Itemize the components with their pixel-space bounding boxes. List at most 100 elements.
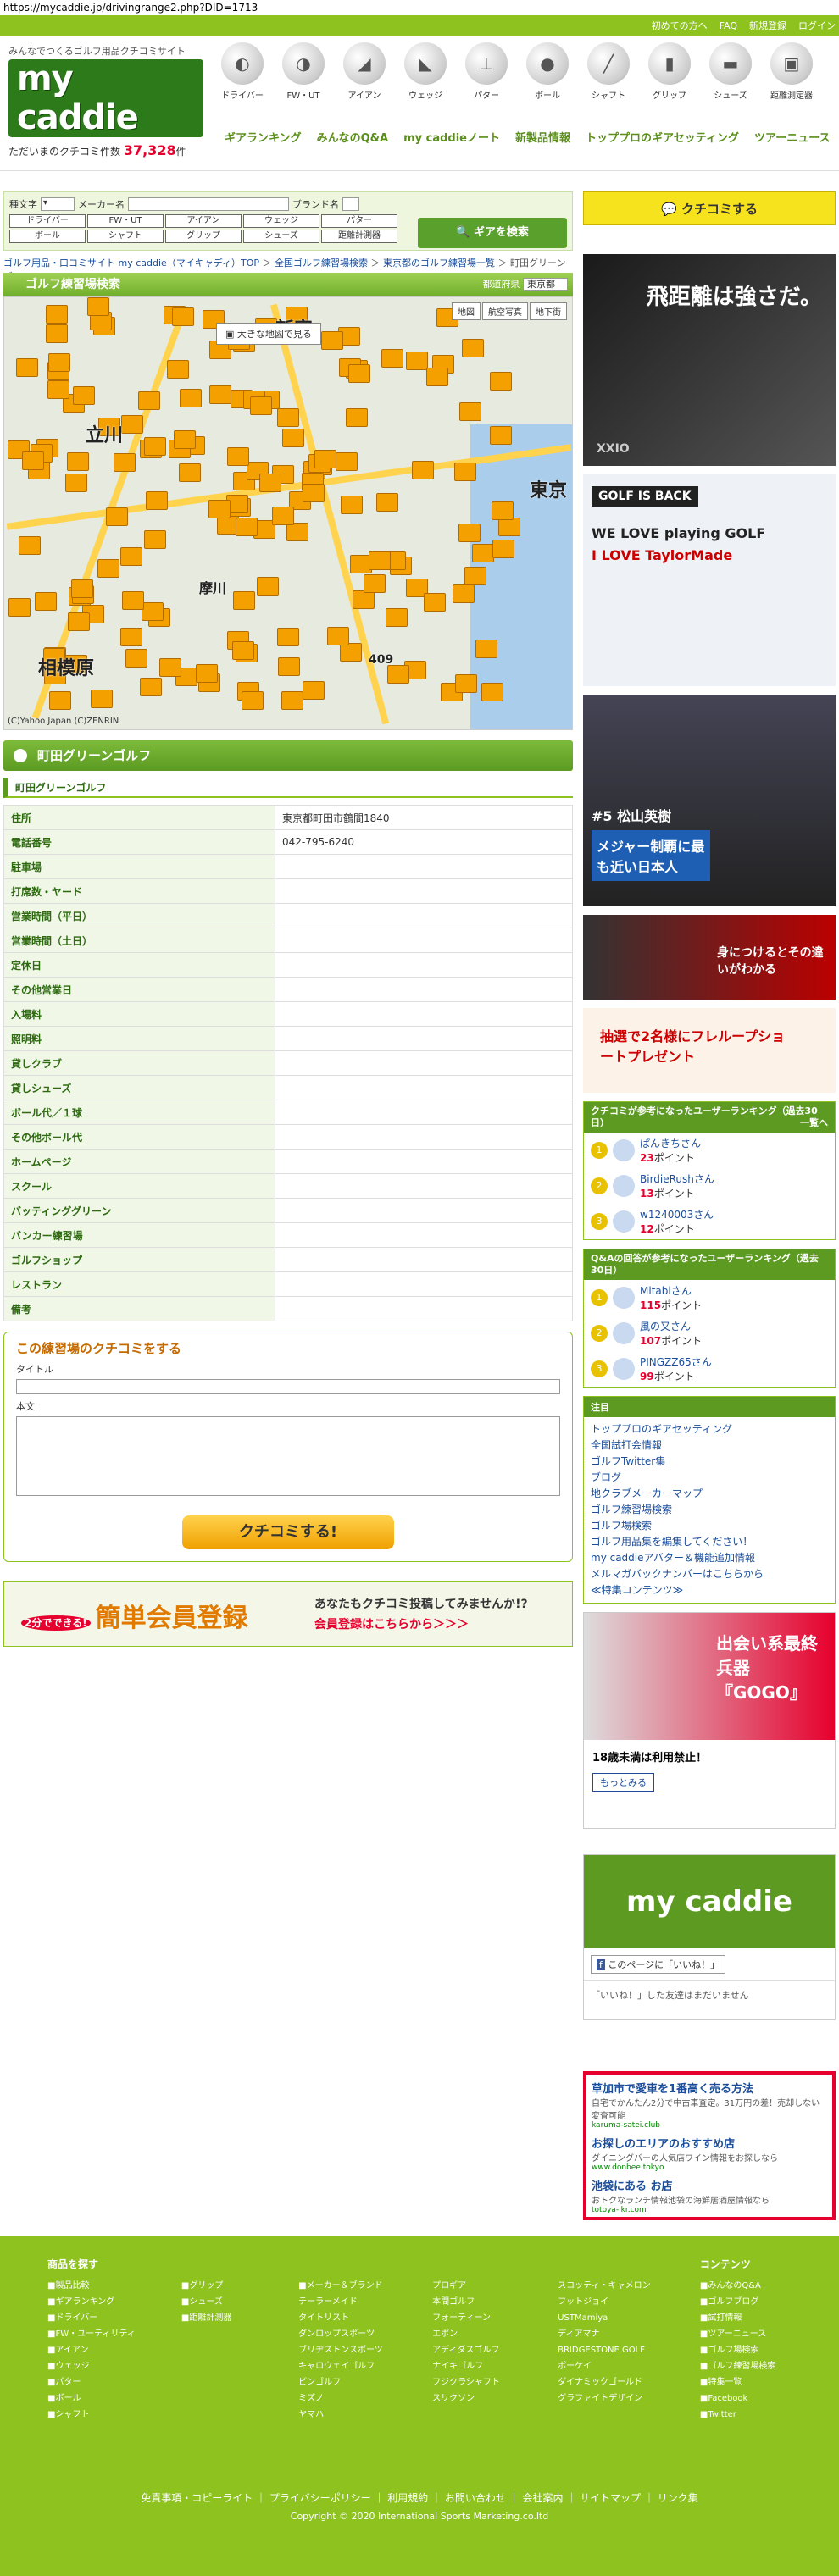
footer-link[interactable]: ■ゴルフ場検索	[700, 2342, 792, 2358]
login-link[interactable]: ログイン	[798, 19, 836, 32]
range-marker[interactable]	[35, 592, 57, 611]
range-marker[interactable]	[321, 331, 343, 350]
range-map[interactable]: 新宿 立川 相模原 摩川 東京 409 ▣ 大きな地図で見る 地図 航空写真 地…	[3, 296, 573, 730]
range-marker[interactable]	[146, 491, 168, 510]
search-fw-button[interactable]: FW・UT	[87, 214, 164, 228]
faq-link[interactable]: FAQ	[720, 20, 737, 31]
footer-link[interactable]: ■シューズ	[181, 2294, 264, 2310]
footer-link[interactable]: ヤマハ	[298, 2407, 398, 2423]
range-marker[interactable]	[464, 567, 486, 585]
range-marker[interactable]	[208, 500, 231, 518]
ad-more-button[interactable]: もっとみる	[592, 1773, 654, 1792]
range-marker[interactable]	[233, 591, 255, 610]
range-marker[interactable]	[303, 484, 325, 502]
range-marker[interactable]	[22, 451, 44, 470]
footer-link[interactable]: ■Facebook	[700, 2390, 792, 2407]
range-marker[interactable]	[381, 349, 403, 368]
footer-link[interactable]: キャロウェイゴルフ	[298, 2358, 398, 2374]
footer-link[interactable]: ■Twitter	[700, 2407, 792, 2423]
footer-link[interactable]: フジクラシャフト	[432, 2374, 524, 2390]
nav-gear-ranking[interactable]: ギアランキング	[225, 129, 302, 145]
range-marker[interactable]	[286, 523, 308, 541]
range-marker[interactable]	[125, 649, 147, 668]
range-marker[interactable]	[19, 536, 41, 555]
ad-present[interactable]: 抽選で2名様にフレループショートプレゼント	[583, 1008, 836, 1093]
footer-link[interactable]: エポン	[432, 2326, 524, 2342]
range-marker[interactable]	[282, 429, 304, 447]
range-marker[interactable]	[490, 372, 512, 391]
range-marker[interactable]	[348, 364, 370, 383]
range-marker[interactable]	[462, 339, 484, 357]
kuchikomi-button[interactable]: 💬 クチコミする	[583, 191, 836, 225]
featured-link[interactable]: 全国試打会情報	[584, 1437, 835, 1453]
featured-link[interactable]: ゴルフ用品集を編集してください！	[584, 1533, 835, 1549]
range-marker[interactable]	[71, 579, 93, 598]
range-marker[interactable]	[174, 430, 196, 449]
range-marker[interactable]	[138, 391, 160, 410]
ranking-item[interactable]: 3 PINGZZ65さん 99ポイント	[584, 1351, 835, 1387]
ad-gogo[interactable]: 出会い系最終兵器『GOGO』 18歳未満は利用禁止！ もっとみる	[583, 1612, 836, 1829]
featured-link[interactable]: my caddieアバター＆機能追加情報	[584, 1549, 835, 1565]
footer-link[interactable]: BRIDGESTONE GOLF	[558, 2342, 666, 2358]
featured-link[interactable]: メルマガバックナンバーはこちらから	[584, 1565, 835, 1582]
range-marker[interactable]	[16, 358, 38, 377]
featured-link[interactable]: ゴルフ場検索	[584, 1517, 835, 1533]
search-shoes-button[interactable]: シューズ	[243, 230, 319, 243]
text-ad[interactable]: 草加市で愛車を1番高く売る方法 自宅でかんたん2分で中古車査定。31万円の差！売却…	[592, 2080, 827, 2130]
initial-select[interactable]: ▾	[41, 197, 75, 211]
breadcrumb-tokyo[interactable]: 東京都のゴルフ練習場一覧	[383, 258, 495, 269]
footer-link[interactable]: ■ギアランキング	[47, 2294, 147, 2310]
footer-link[interactable]: ■ウェッジ	[47, 2358, 147, 2374]
footer-link[interactable]: ■ドライバー	[47, 2310, 147, 2326]
ranking-more-link[interactable]: 一覧へ	[800, 1117, 828, 1129]
review-body-textarea[interactable]	[16, 1416, 560, 1496]
footer-link[interactable]: グラファイトデザイン	[558, 2390, 666, 2407]
range-marker[interactable]	[120, 628, 142, 646]
footer-link[interactable]: ■グリップ	[181, 2278, 264, 2294]
range-marker[interactable]	[454, 463, 476, 481]
range-marker[interactable]	[455, 674, 477, 693]
range-marker[interactable]	[180, 389, 202, 407]
range-marker[interactable]	[353, 590, 375, 609]
range-marker[interactable]	[458, 524, 481, 542]
range-marker[interactable]	[142, 602, 164, 621]
gear-search-button[interactable]: 🔍 ギアを検索	[418, 218, 567, 248]
cat-fw-ut[interactable]: ◑ FW・UT	[277, 42, 330, 101]
register-banner[interactable]: 2分でできる! 簡単会員登録 あなたもクチコミ投稿してみませんか!? 会員登録はこ…	[3, 1581, 573, 1647]
featured-link[interactable]: ゴルフTwitter集	[584, 1453, 835, 1469]
range-marker[interactable]	[49, 691, 71, 710]
range-marker[interactable]	[47, 380, 69, 399]
nav-new-products[interactable]: 新製品情報	[515, 129, 570, 145]
cat-ball[interactable]: ● ボール	[521, 42, 574, 101]
range-marker[interactable]	[48, 353, 70, 372]
range-marker[interactable]	[91, 690, 113, 708]
range-marker[interactable]	[303, 681, 325, 700]
site-logo[interactable]: みんなでつくるゴルフ用品クチコミサイト my caddie ただいまのクチコミ件…	[8, 44, 203, 158]
range-marker[interactable]	[492, 540, 514, 558]
register-link[interactable]: 新規登録	[749, 19, 786, 32]
nav-pro-setting[interactable]: トッププロのギアセッティング	[586, 129, 739, 145]
ranking-item[interactable]: 1 ぱんきちさん 23ポイント	[584, 1133, 835, 1168]
range-marker[interactable]	[459, 402, 481, 421]
map-type-map[interactable]: 地図	[452, 302, 481, 320]
range-marker[interactable]	[167, 360, 189, 379]
cat-shoes[interactable]: ▬ シューズ	[704, 42, 757, 101]
footer-link[interactable]: ■ボール	[47, 2390, 147, 2407]
featured-link[interactable]: ブログ	[584, 1469, 835, 1485]
range-marker[interactable]	[87, 297, 109, 316]
footer-link[interactable]: ■メーカー＆ブランド	[298, 2278, 398, 2294]
range-marker[interactable]	[140, 678, 162, 696]
search-grip-button[interactable]: グリップ	[165, 230, 242, 243]
footer-link[interactable]: ミズノ	[298, 2390, 398, 2407]
footer-link[interactable]: ■みんなのQ&A	[700, 2278, 792, 2294]
range-marker[interactable]	[46, 324, 68, 343]
range-marker[interactable]	[67, 452, 89, 471]
range-marker[interactable]	[8, 598, 31, 617]
range-marker[interactable]	[236, 518, 258, 536]
featured-link[interactable]: 地クラブメーカーマップ	[584, 1485, 835, 1501]
maker-select[interactable]	[128, 197, 289, 211]
range-marker[interactable]	[340, 643, 362, 662]
footer-link[interactable]: ■試打情報	[700, 2310, 792, 2326]
range-marker[interactable]	[196, 664, 218, 683]
cat-rangefinder[interactable]: ▣ 距離測定器	[765, 42, 818, 101]
